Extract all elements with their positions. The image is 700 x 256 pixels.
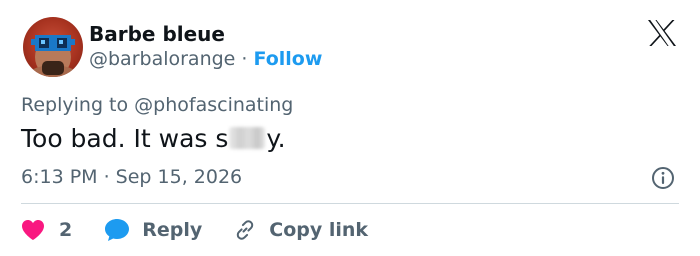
reply-context: Replying to @phofascinating <box>21 94 293 116</box>
x-logo-icon[interactable] <box>647 19 677 47</box>
link-icon <box>237 220 254 240</box>
divider <box>21 203 679 204</box>
copy-link-button[interactable]: Copy link <box>233 218 368 242</box>
info-icon[interactable] <box>651 166 675 190</box>
tweet-text-end: y. <box>266 124 286 153</box>
reply-context-mention[interactable]: @phofascinating <box>134 94 293 116</box>
tweet-text: Too bad. It was s y. <box>21 124 286 153</box>
copy-link-label: Copy link <box>269 219 369 241</box>
author-handle[interactable]: @barbalorange <box>89 48 235 70</box>
heart-icon <box>22 220 44 240</box>
tweet-text-start: Too bad. It was s <box>21 124 229 153</box>
author-name[interactable]: Barbe bleue <box>89 22 225 46</box>
author-handle-row: @barbalorange · Follow <box>89 48 322 70</box>
reply-button[interactable]: Reply <box>104 218 202 242</box>
separator-dot: · <box>241 48 248 70</box>
like-button[interactable]: 2 <box>21 219 72 241</box>
follow-button[interactable]: Follow <box>254 48 323 70</box>
reply-context-prefix: Replying to <box>21 94 129 116</box>
like-count: 2 <box>59 219 73 241</box>
reply-label: Reply <box>142 219 203 241</box>
avatar-image <box>25 35 81 77</box>
blurred-censor <box>229 127 266 149</box>
tweet-timestamp[interactable]: 6:13 PM · Sep 15, 2026 <box>21 166 242 188</box>
action-bar: 2 Reply Copy link <box>21 215 368 245</box>
speech-bubble-icon <box>105 219 130 241</box>
tweet-card: Barbe bleue @barbalorange · Follow Reply… <box>0 0 700 256</box>
avatar[interactable] <box>23 17 83 77</box>
